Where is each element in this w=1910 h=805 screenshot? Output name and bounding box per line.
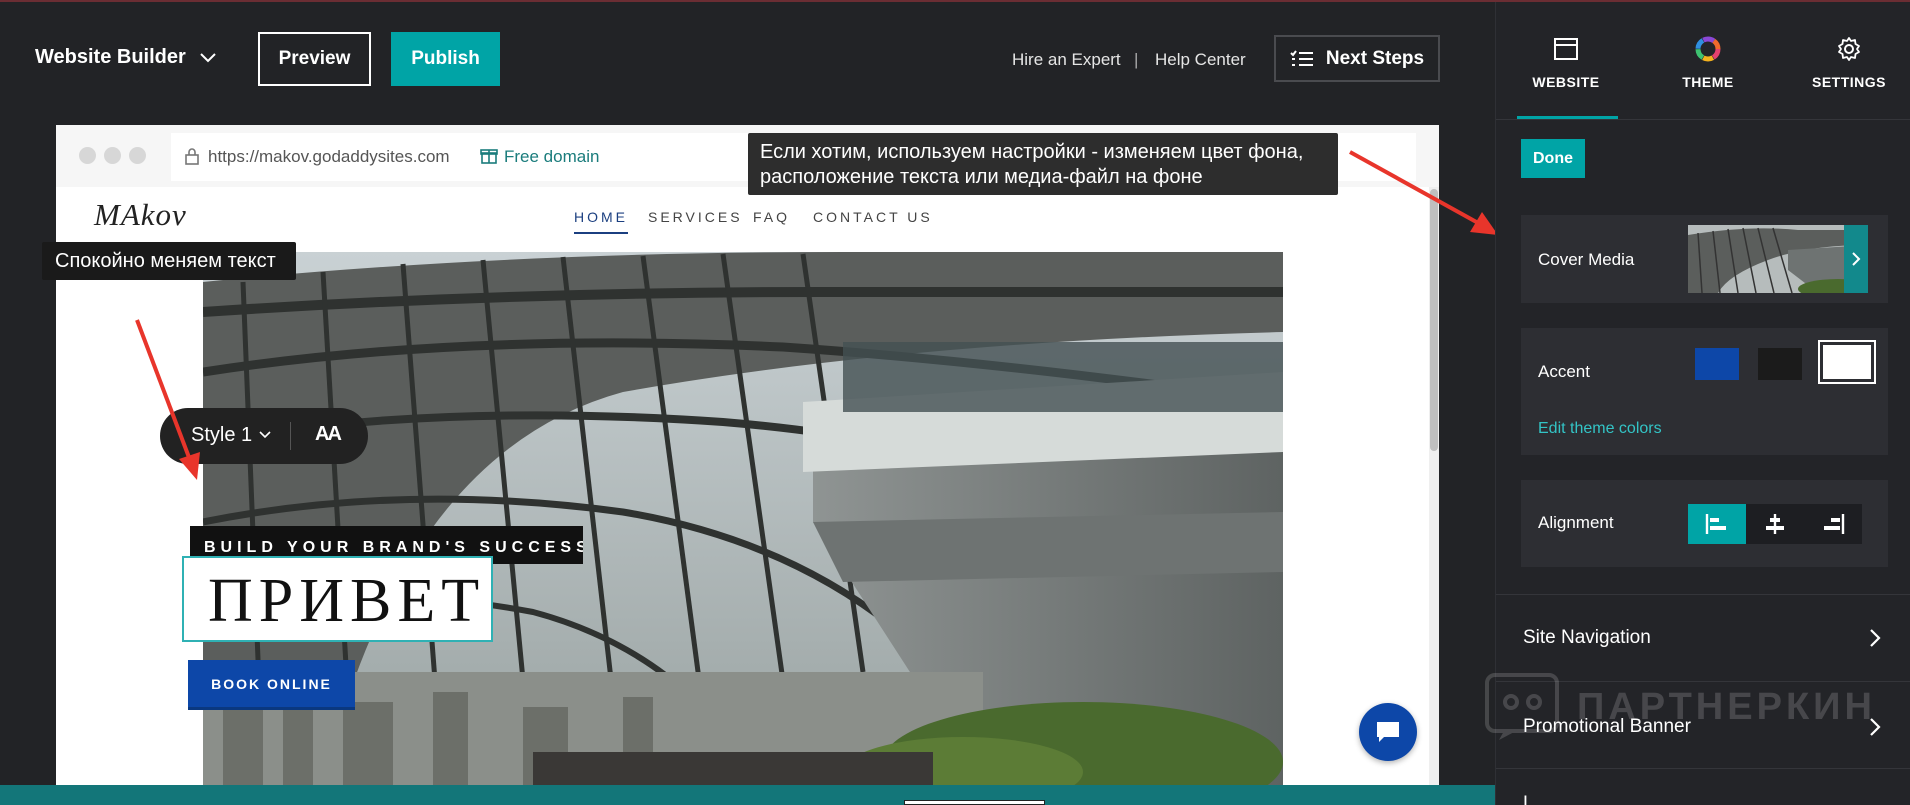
hire-expert-link[interactable]: Hire an Expert (1012, 50, 1121, 70)
next-steps-label: Next Steps (1325, 47, 1425, 69)
nav-contact[interactable]: CONTACT US (813, 209, 933, 225)
link-separator: | (1134, 50, 1139, 69)
align-left-icon (1705, 514, 1726, 534)
gift-icon (480, 149, 498, 164)
bottom-bar (0, 785, 1495, 805)
align-center-icon (1766, 514, 1784, 534)
nav-home[interactable]: HOME (574, 209, 628, 234)
cover-media-label: Cover Media (1538, 250, 1635, 269)
done-button[interactable]: Done (1521, 139, 1585, 178)
next-steps-button[interactable]: Next Steps (1274, 35, 1440, 82)
book-online-button[interactable]: BOOK ONLINE (188, 660, 355, 710)
preview-scroll-thumb[interactable] (1430, 189, 1438, 451)
cover-image[interactable] (203, 252, 1283, 785)
tab-settings-label: SETTINGS (1811, 74, 1886, 90)
chevron-down-icon (200, 52, 216, 62)
tab-theme[interactable]: THEME (1658, 36, 1758, 90)
brand-label: Website Builder (35, 46, 186, 68)
window-dot (79, 147, 96, 164)
chevron-down-icon[interactable] (259, 431, 271, 439)
next-section-row[interactable]: L (1496, 768, 1910, 805)
alignment-card: Alignment (1521, 480, 1888, 567)
browser-window-icon (1554, 38, 1578, 60)
color-wheel-icon (1695, 36, 1721, 62)
website-builder-menu[interactable]: Website Builder (35, 46, 216, 69)
free-domain-link[interactable]: Free domain (504, 147, 599, 167)
site-navigation-label: Site Navigation (1523, 627, 1651, 648)
headline-editor[interactable]: ПРИВЕТ (182, 556, 493, 642)
next-section-label: L (1523, 793, 1534, 805)
align-right-button[interactable] (1804, 504, 1862, 544)
toolbar-divider (290, 422, 291, 450)
panel-divider (1496, 119, 1910, 120)
accent-label: Accent (1538, 362, 1590, 381)
annotation-text: Спокойно меняем текст (42, 242, 296, 280)
alignment-selector (1688, 504, 1862, 544)
settings-panel: WEBSITE THEME SETTINGS Done Cover Media (1495, 2, 1910, 805)
cover-media-card[interactable]: Cover Media (1521, 215, 1888, 303)
text-style-toolbar: Style 1 AA (160, 408, 368, 464)
nav-faq[interactable]: FAQ (753, 209, 790, 225)
lock-icon (185, 148, 199, 165)
editor-toolbar: Website Builder Preview Publish Hire an … (0, 2, 1495, 114)
window-dot (104, 147, 121, 164)
nav-services[interactable]: SERVICES (648, 209, 743, 225)
cover-thumbnail-image (1688, 225, 1868, 293)
annotation-settings: Если хотим, используем настройки - измен… (748, 133, 1338, 195)
chevron-right-icon (1870, 629, 1881, 647)
accent-swatch-blue[interactable] (1695, 348, 1739, 380)
checklist-icon (1290, 49, 1313, 66)
tab-website[interactable]: WEBSITE (1516, 36, 1616, 90)
window-dot (129, 147, 146, 164)
tab-settings[interactable]: SETTINGS (1799, 36, 1899, 90)
site-preview: https://makov.godaddysites.com Free doma… (56, 125, 1439, 785)
align-center-button[interactable] (1746, 504, 1804, 544)
site-navigation-row[interactable]: Site Navigation (1496, 594, 1910, 681)
help-center-link[interactable]: Help Center (1155, 50, 1246, 70)
gear-icon (1838, 37, 1860, 61)
align-left-button[interactable] (1688, 504, 1746, 544)
align-right-icon (1824, 514, 1845, 534)
chevron-right-icon (1852, 252, 1861, 266)
promotional-banner-label: Promotional Banner (1523, 716, 1691, 737)
alignment-label: Alignment (1538, 513, 1614, 532)
glass-dome-image (203, 252, 1283, 785)
site-logo[interactable]: MAkov (94, 197, 187, 233)
bottom-tab[interactable] (904, 800, 1045, 805)
accent-swatch-black[interactable] (1758, 348, 1802, 380)
text-size-icon[interactable]: AA (315, 423, 342, 446)
promotional-banner-row[interactable]: Promotional Banner (1496, 681, 1910, 768)
hero-headline: ПРИВЕТ (208, 567, 486, 635)
chat-bubble-icon (1377, 722, 1399, 742)
chat-button[interactable] (1359, 703, 1417, 761)
preview-button[interactable]: Preview (258, 32, 371, 86)
tab-theme-label: THEME (1682, 74, 1734, 90)
site-url: https://makov.godaddysites.com (208, 147, 450, 166)
tab-website-label: WEBSITE (1532, 74, 1600, 90)
publish-button[interactable]: Publish (391, 32, 500, 86)
chevron-right-icon (1870, 718, 1881, 736)
accent-card: Accent Edit theme colors (1521, 328, 1888, 455)
edit-theme-colors-link[interactable]: Edit theme colors (1538, 420, 1662, 438)
accent-swatch-white-selected[interactable] (1818, 340, 1876, 384)
style-dropdown[interactable]: Style 1 (191, 424, 252, 447)
cover-media-open[interactable] (1844, 225, 1868, 293)
cover-media-thumbnail[interactable] (1688, 225, 1868, 293)
